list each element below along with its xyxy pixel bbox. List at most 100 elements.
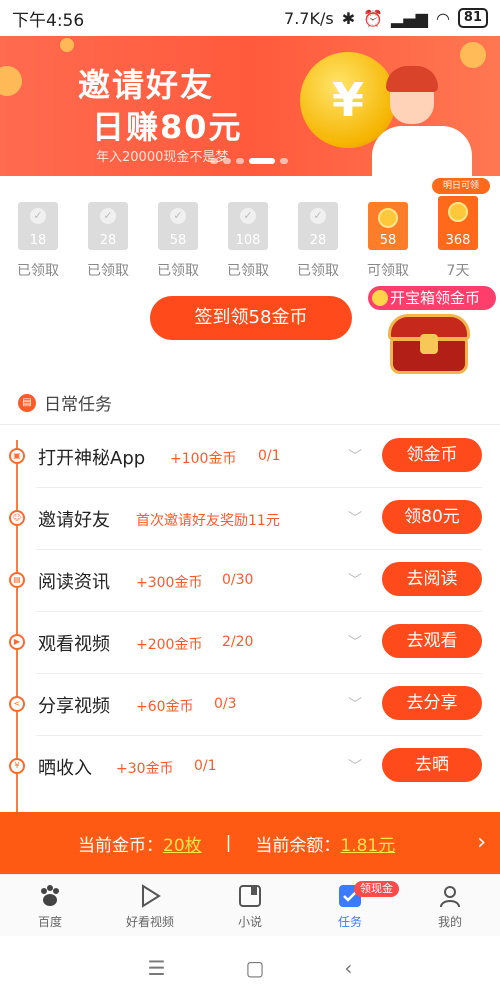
checkin-day: ✓ 108 已领取 <box>226 202 270 280</box>
tomorrow-tag: 明日可领 <box>432 178 490 194</box>
task-row: ▶ 观看视频 +200金币 2/20 ﹀ 去观看 <box>0 612 500 674</box>
person-hair <box>386 66 438 92</box>
battery-indicator: 81 <box>457 8 488 28</box>
task-progress: 0/1 <box>258 448 281 464</box>
coin-icon <box>448 202 468 222</box>
daily-tasks-header: ▤ 日常任务 <box>18 390 112 415</box>
menu-icon[interactable]: ☰ <box>148 956 166 980</box>
play-icon <box>137 883 163 909</box>
task-reward: +60金币 <box>136 699 194 715</box>
checkin-day-future: 368 7天 <box>436 196 480 280</box>
task-name: 阅读资讯 <box>38 572 110 593</box>
checkin-day: ✓ 18 已领取 <box>16 202 60 280</box>
chevron-down-icon[interactable]: ﹀ <box>348 570 362 590</box>
chevron-right-icon[interactable]: › <box>477 830 486 855</box>
task-row: ▣ 打开神秘App +100金币 0/1 ﹀ 领金币 <box>0 426 500 488</box>
chevron-down-icon[interactable]: ﹀ <box>348 756 362 776</box>
checkin-day-available[interactable]: 58 可领取 <box>366 202 410 280</box>
nav-item-tasks[interactable]: 任务 领现金 <box>300 875 400 936</box>
task-action-button[interactable]: 去阅读 <box>382 562 482 596</box>
coin-icon <box>372 290 388 306</box>
app-icon: ▣ <box>9 448 25 464</box>
carousel-dot[interactable] <box>280 158 288 164</box>
task-action-button[interactable]: 去晒 <box>382 748 482 782</box>
bluetooth-icon: ✱ <box>341 8 356 28</box>
chevron-down-icon[interactable]: ﹀ <box>348 508 362 528</box>
nav-item-me[interactable]: 我的 <box>400 875 500 936</box>
network-speed: 7.7K/s <box>284 8 334 28</box>
nav-label: 我的 <box>437 915 462 929</box>
task-name: 晒收入 <box>38 758 92 779</box>
chevron-down-icon[interactable]: ﹀ <box>348 632 362 652</box>
task-name: 分享视频 <box>38 696 110 717</box>
person-illustration <box>372 126 472 176</box>
open-chest-button[interactable]: 开宝箱领金币 <box>368 286 496 310</box>
task-row: ☺ 邀请好友 首次邀请好友奖励11元 ﹀ 领80元 <box>0 488 500 550</box>
task-name: 邀请好友 <box>38 510 110 531</box>
nav-item-baidu[interactable]: 百度 <box>0 875 100 936</box>
home-icon[interactable]: ▢ <box>246 956 265 980</box>
carousel-dot[interactable] <box>223 158 231 164</box>
coin-decoration-icon <box>0 66 22 96</box>
task-progress: 0/1 <box>194 758 217 774</box>
carousel-dots[interactable] <box>210 158 288 164</box>
status-bar: 下午4:56 7.7K/s ✱ ⏰ ▂▄▆ ◠ 81 <box>0 0 500 36</box>
carousel-dot-active[interactable] <box>249 158 275 164</box>
coins-value[interactable]: 20枚 <box>163 831 202 856</box>
task-action-button[interactable]: 领金币 <box>382 438 482 472</box>
promo-banner[interactable]: 邀请好友 日赚80元 年入20000现金不是梦 ¥ <box>0 36 500 176</box>
nav-item-novel[interactable]: 小说 <box>200 875 300 936</box>
nav-label: 任务 <box>337 915 362 929</box>
check-icon: ✓ <box>30 208 46 224</box>
section-title: 日常任务 <box>44 395 112 415</box>
nav-item-video[interactable]: 好看视频 <box>100 875 200 936</box>
nav-label: 好看视频 <box>125 915 174 929</box>
coin-decoration-icon <box>60 38 74 52</box>
task-name: 打开神秘App <box>38 448 146 469</box>
check-icon: ✓ <box>240 208 256 224</box>
task-list-icon: ▤ <box>18 393 36 412</box>
task-action-button[interactable]: 去分享 <box>382 686 482 720</box>
treasure-chest-icon[interactable] <box>388 314 470 376</box>
wifi-icon: ◠ <box>435 8 450 28</box>
cash-badge: 领现金 <box>354 881 399 897</box>
task-row: < 分享视频 +60金币 0/3 ﹀ 去分享 <box>0 674 500 736</box>
banner-headline: 邀请好友 <box>78 66 215 104</box>
signin-button[interactable]: 签到领58金币 <box>150 296 352 340</box>
checkin-day: ✓ 28 已领取 <box>86 202 130 280</box>
task-row: ¥ 晒收入 +30金币 0/1 ﹀ 去晒 <box>0 736 500 798</box>
book-icon <box>237 883 263 909</box>
chevron-down-icon[interactable]: ﹀ <box>348 446 362 466</box>
article-icon: ▤ <box>9 572 25 588</box>
signal-icon: ▂▄▆ <box>391 8 428 28</box>
carousel-dot[interactable] <box>236 158 244 164</box>
coin-decoration-icon <box>460 42 486 68</box>
task-reward: +100金币 <box>170 451 237 467</box>
back-icon[interactable]: ‹ <box>344 956 352 980</box>
alarm-icon: ⏰ <box>363 8 384 28</box>
check-icon: ✓ <box>170 208 186 224</box>
task-progress: 0/30 <box>222 572 254 588</box>
check-icon: ✓ <box>100 208 116 224</box>
system-nav-bar: ☰ ▢ ‹ <box>0 936 500 1000</box>
checkin-day: ✓ 28 已领取 <box>296 202 340 280</box>
nav-label: 小说 <box>237 915 262 929</box>
task-action-button[interactable]: 领80元 <box>382 500 482 534</box>
check-icon: ✓ <box>310 208 326 224</box>
balance-value[interactable]: 1.81元 <box>340 831 395 856</box>
task-action-button[interactable]: 去观看 <box>382 624 482 658</box>
task-reward: +30金币 <box>116 761 174 777</box>
task-name: 观看视频 <box>38 634 110 655</box>
task-reward: 首次邀请好友奖励11元 <box>136 513 280 529</box>
task-reward: +300金币 <box>136 575 203 591</box>
carousel-dot[interactable] <box>210 158 218 164</box>
balance-label: 当前余额： <box>255 835 341 856</box>
person-icon: ☺ <box>9 510 25 526</box>
balance-bar[interactable]: 当前金币： 20枚 | 当前余额： 1.81元 › <box>0 812 500 874</box>
divider <box>0 424 500 425</box>
status-time: 下午4:56 <box>12 10 85 31</box>
baidu-paw-icon <box>37 883 63 909</box>
chevron-down-icon[interactable]: ﹀ <box>348 694 362 714</box>
bottom-nav: 百度 好看视频 小说 任务 领现金 我的 <box>0 874 500 936</box>
task-reward: +200金币 <box>136 637 203 653</box>
